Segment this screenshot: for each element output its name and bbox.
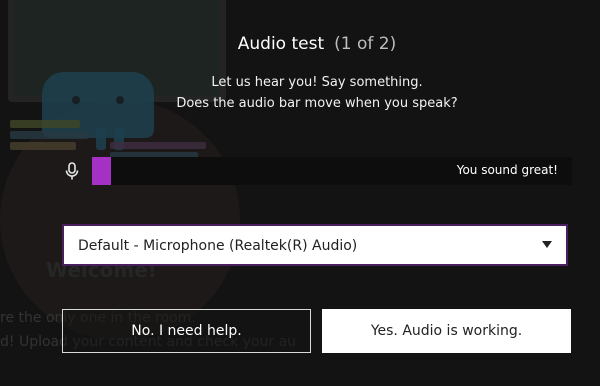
- prompt-line: Let us hear you! Say something.: [211, 75, 423, 90]
- audio-level-fill: [92, 157, 112, 185]
- dialog-title-text: Audio test: [237, 34, 325, 54]
- microphone-select-value: Default - Microphone (Realtek(R) Audio): [78, 238, 358, 254]
- dialog-prompt: Let us hear you! Say something. Does the…: [0, 72, 600, 114]
- audio-working-button[interactable]: Yes. Audio is working.: [322, 309, 571, 353]
- microphone-select[interactable]: Default - Microphone (Realtek(R) Audio): [62, 224, 568, 266]
- need-help-button[interactable]: No. I need help.: [62, 309, 311, 353]
- audio-meter: You sound great!: [62, 157, 572, 185]
- audio-status-text: You sound great!: [456, 163, 558, 177]
- microphone-icon: [62, 161, 82, 181]
- prompt-line: Does the audio bar move when you speak?: [176, 96, 458, 111]
- audio-level-bar: You sound great!: [92, 157, 572, 185]
- dialog-title: Audio test (1 of 2): [0, 34, 600, 54]
- chevron-down-icon[interactable]: [542, 241, 552, 248]
- dialog-step: (1 of 2): [334, 34, 397, 54]
